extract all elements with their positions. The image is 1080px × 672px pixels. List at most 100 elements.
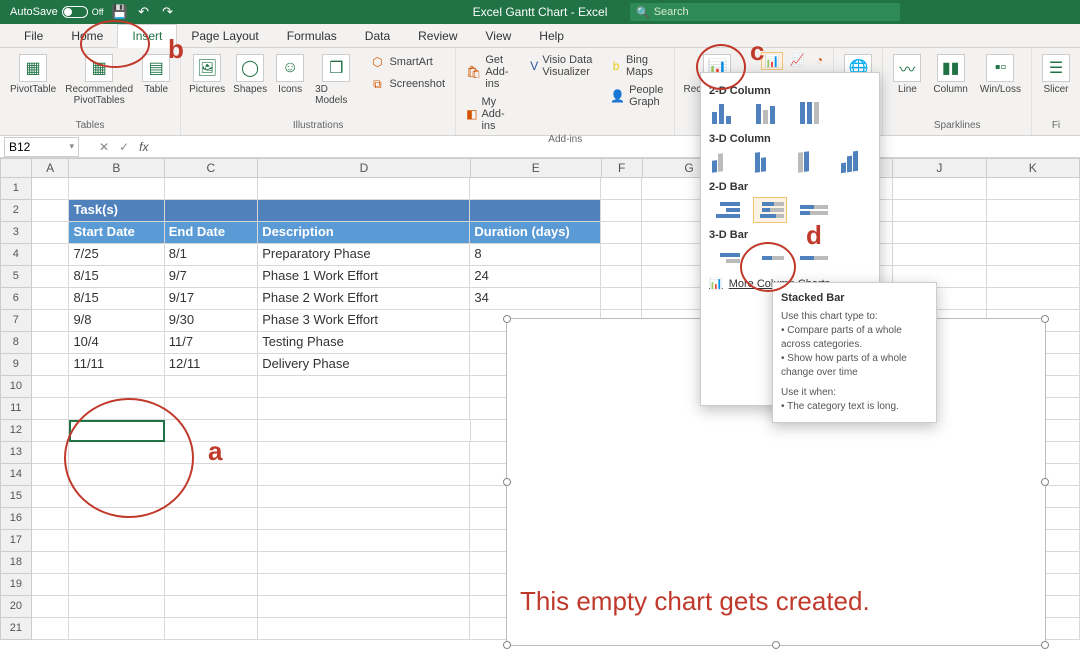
cell[interactable] [32,310,70,332]
shapes-button[interactable]: ◯Shapes [231,52,269,97]
row-header[interactable]: 12 [0,420,32,442]
tab-file[interactable]: File [10,25,57,47]
name-box[interactable]: B12 ▾ [4,137,79,157]
cell[interactable] [69,618,164,640]
clustered-bar-option[interactable] [709,197,743,223]
cell[interactable] [32,596,70,618]
cell[interactable] [165,200,258,222]
row-header[interactable]: 7 [0,310,32,332]
cell[interactable]: Duration (days) [470,222,601,244]
cell[interactable] [69,596,164,618]
spark-col-button[interactable]: ▮▮Column [929,52,971,97]
cell[interactable] [987,266,1080,288]
cell[interactable] [987,178,1080,200]
cell[interactable] [32,530,70,552]
cell[interactable] [32,244,70,266]
cell[interactable]: 10/4 [69,332,164,354]
cell[interactable] [893,222,986,244]
cell[interactable] [258,574,470,596]
fx-icon[interactable]: fx [139,140,148,154]
cell[interactable] [893,200,986,222]
redo-icon[interactable]: ↷ [160,4,176,20]
cell[interactable] [32,574,70,596]
cell[interactable]: 8/15 [69,288,164,310]
icons-button[interactable]: ☺Icons [273,52,307,97]
cell[interactable]: Phase 3 Work Effort [258,310,470,332]
cell[interactable] [258,508,470,530]
cell[interactable] [258,552,470,574]
save-icon[interactable]: 💾 [112,4,128,20]
cell[interactable] [32,420,70,442]
tab-page-layout[interactable]: Page Layout [177,25,272,47]
cell[interactable]: 8/15 [69,266,164,288]
spark-wl-button[interactable]: ▪▫Win/Loss [976,52,1025,97]
get-addins-button[interactable]: 🛍Get Add-ins [462,52,516,92]
cell[interactable] [69,178,164,200]
cell[interactable] [165,618,258,640]
cancel-icon[interactable]: ✕ [99,140,109,154]
3d-clustered-bar-option[interactable] [709,245,743,271]
3d-clustered-column-option[interactable] [709,149,742,175]
cell[interactable] [32,618,70,640]
cell[interactable]: Phase 1 Work Effort [258,266,470,288]
enter-icon[interactable]: ✓ [119,140,129,154]
cell[interactable] [893,178,986,200]
cell[interactable] [69,552,164,574]
column-header[interactable]: K [987,158,1080,178]
cell[interactable] [32,508,70,530]
cell[interactable] [601,266,642,288]
slicer-button[interactable]: ☰Slicer [1038,52,1074,97]
cell[interactable] [258,178,470,200]
row-header[interactable]: 13 [0,442,32,464]
cell[interactable] [32,376,70,398]
cell[interactable] [32,354,70,376]
resize-handle[interactable] [503,315,511,323]
cell[interactable] [987,288,1080,310]
cell[interactable]: 24 [470,266,601,288]
resize-handle[interactable] [503,478,511,486]
cell[interactable] [32,288,70,310]
cell[interactable]: Delivery Phase [258,354,470,376]
row-header[interactable]: 21 [0,618,32,640]
line-chart-button[interactable]: 📈 [789,52,805,68]
cell[interactable] [601,178,642,200]
cell[interactable] [32,464,70,486]
row-header[interactable]: 4 [0,244,32,266]
100-stacked-column-option[interactable] [797,101,831,127]
cell[interactable] [258,398,470,420]
cell[interactable] [258,464,470,486]
cell[interactable]: Start Date [69,222,164,244]
row-header[interactable]: 20 [0,596,32,618]
cell[interactable] [32,552,70,574]
column-header[interactable]: B [69,158,164,178]
tab-formulas[interactable]: Formulas [273,25,351,47]
cell[interactable] [601,244,642,266]
cell[interactable]: 7/25 [69,244,164,266]
cell[interactable] [987,244,1080,266]
cell[interactable] [69,530,164,552]
stacked-column-option[interactable] [753,101,787,127]
row-header[interactable]: 9 [0,354,32,376]
cell[interactable] [165,552,258,574]
cell[interactable] [258,596,470,618]
cell[interactable]: 8/1 [165,244,258,266]
cell[interactable] [165,376,258,398]
cell[interactable] [69,376,164,398]
column-header[interactable]: F [602,158,643,178]
column-header[interactable]: D [258,158,471,178]
my-addins-button[interactable]: ◧My Add-ins [462,94,516,134]
cell[interactable] [32,398,70,420]
visio-button[interactable]: VVisio Data Visualizer [526,52,598,80]
cell[interactable]: 9/30 [165,310,258,332]
pictures-button[interactable]: 🖼Pictures [187,52,227,97]
cell[interactable] [32,332,70,354]
cell[interactable] [32,200,70,222]
column-header[interactable]: A [32,158,69,178]
tab-data[interactable]: Data [351,25,404,47]
cell[interactable] [470,200,601,222]
resize-handle[interactable] [1041,315,1049,323]
cell[interactable] [258,200,470,222]
autosave-toggle[interactable]: AutoSave Off [10,6,104,18]
clustered-column-option[interactable] [709,101,743,127]
cell[interactable] [470,178,601,200]
